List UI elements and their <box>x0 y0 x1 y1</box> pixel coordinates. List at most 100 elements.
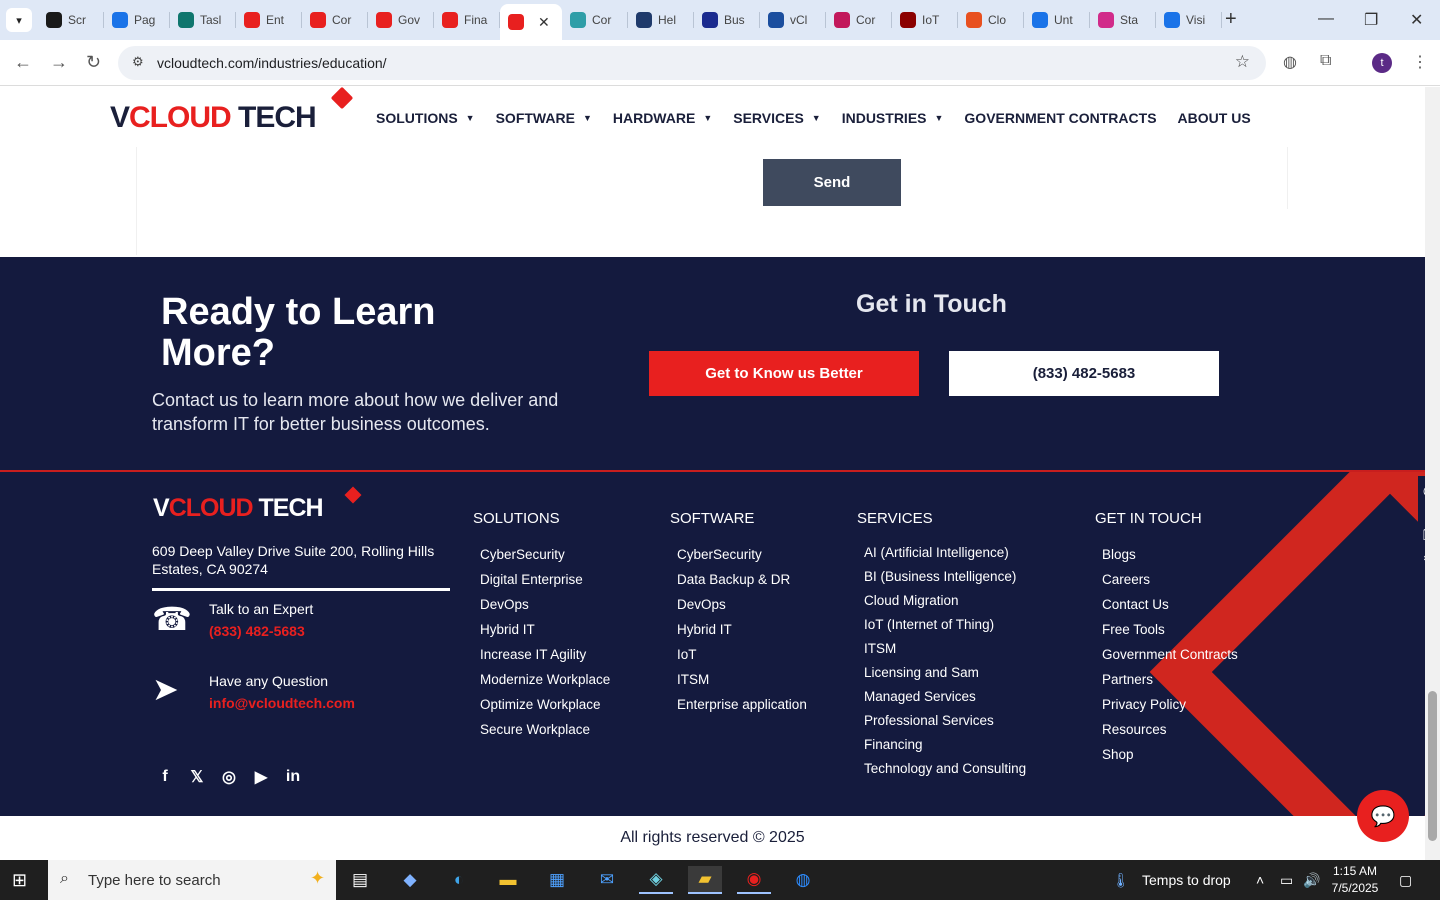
footer-link[interactable]: Managed Services <box>864 685 1026 709</box>
restore-icon[interactable]: ❐ <box>1364 10 1378 30</box>
browser-tab[interactable]: IoT <box>892 0 958 40</box>
footer-link[interactable]: Privacy Policy <box>1102 692 1238 717</box>
menu-kebab-icon[interactable]: ⋮ <box>1412 52 1428 72</box>
browser-tab[interactable]: Unt <box>1024 0 1090 40</box>
footer-link[interactable]: IoT (Internet of Thing) <box>864 613 1026 637</box>
footer-link[interactable]: Enterprise application <box>677 692 807 717</box>
instagram-icon[interactable]: ◎ <box>220 768 238 786</box>
mail-icon[interactable]: ✉ <box>590 866 624 894</box>
menu-item[interactable]: SOLUTIONS ▼ <box>376 110 475 126</box>
back-icon[interactable]: ← <box>14 52 32 73</box>
menu-item[interactable]: HARDWARE ▼ <box>613 110 712 126</box>
footer-link[interactable]: Resources <box>1102 717 1238 742</box>
task-view-icon[interactable]: ▤ <box>343 866 377 894</box>
browser-tab[interactable]: Sta <box>1090 0 1156 40</box>
scrollbar-thumb[interactable] <box>1428 691 1437 841</box>
footer-link[interactable]: DevOps <box>480 592 610 617</box>
browser-tab[interactable]: Cor <box>826 0 892 40</box>
address-bar[interactable]: ⚙ vcloudtech.com/industries/education/ ☆ <box>118 46 1266 80</box>
linkedin-icon[interactable]: in <box>284 768 302 786</box>
volume-icon[interactable]: 🔊 <box>1303 872 1320 889</box>
footer-link[interactable]: BI (Business Intelligence) <box>864 565 1026 589</box>
windows-start-icon[interactable]: ⊞ <box>12 870 27 891</box>
send-button[interactable]: Send <box>763 159 901 206</box>
footer-link[interactable]: Optimize Workplace <box>480 692 610 717</box>
edge-icon[interactable]: ◐ <box>442 866 476 894</box>
browser-tab[interactable]: Pag <box>104 0 170 40</box>
clock[interactable]: 1:15 AM 7/5/2025 <box>1330 863 1380 897</box>
browser-tab[interactable]: Bus <box>694 0 760 40</box>
browser-tab[interactable]: Visi <box>1156 0 1222 40</box>
menu-item[interactable]: ABOUT US <box>1178 110 1251 126</box>
url-text[interactable]: vcloudtech.com/industries/education/ <box>157 55 387 71</box>
footer-link[interactable]: Shop <box>1102 742 1238 767</box>
browser-tab[interactable]: Cor <box>562 0 628 40</box>
menu-item[interactable]: SERVICES ▼ <box>733 110 820 126</box>
bookmark-star-icon[interactable]: ☆ <box>1235 52 1250 72</box>
tab-close-icon[interactable]: ✕ <box>538 14 550 31</box>
footer-link[interactable]: Partners <box>1102 667 1238 692</box>
network-icon[interactable]: ▭ <box>1280 872 1293 889</box>
site-info-icon[interactable]: ⚙ <box>132 54 144 70</box>
menu-item[interactable]: INDUSTRIES ▼ <box>842 110 944 126</box>
footer-link[interactable]: Professional Services <box>864 709 1026 733</box>
translate-icon[interactable]: ◍ <box>1283 52 1297 72</box>
browser-tab[interactable]: Hel <box>628 0 694 40</box>
footer-logo[interactable]: VCLOUD TECH <box>153 494 324 523</box>
weather-text[interactable]: Temps to drop <box>1142 872 1231 888</box>
email-link[interactable]: info@vcloudtech.com <box>209 692 355 714</box>
footer-link[interactable]: Financing <box>864 733 1026 757</box>
footer-link[interactable]: Hybrid IT <box>677 617 807 642</box>
close-window-icon[interactable]: ✕ <box>1410 10 1423 30</box>
footer-link[interactable]: AI (Artificial Intelligence) <box>864 541 1026 565</box>
footer-link[interactable]: IoT <box>677 642 807 667</box>
tray-chevron-icon[interactable]: ˄ <box>1256 872 1264 888</box>
footer-link[interactable]: Careers <box>1102 567 1238 592</box>
menu-item[interactable]: GOVERNMENT CONTRACTS <box>964 110 1156 126</box>
browser-tab[interactable]: vCl <box>760 0 826 40</box>
browser-tab[interactable]: Scr <box>38 0 104 40</box>
footer-link[interactable]: Licensing and Sam <box>864 661 1026 685</box>
get-to-know-us-button[interactable]: Get to Know us Better <box>649 351 919 396</box>
browser-tab[interactable]: Gov <box>368 0 434 40</box>
profile-avatar[interactable]: t <box>1372 53 1392 73</box>
store-icon[interactable]: ▦ <box>540 866 574 894</box>
footer-link[interactable]: Free Tools <box>1102 617 1238 642</box>
footer-link[interactable]: Blogs <box>1102 542 1238 567</box>
facebook-icon[interactable]: f <box>156 768 174 786</box>
chrome-icon[interactable]: ◉ <box>737 866 771 894</box>
tab-search-button[interactable]: ▾ <box>6 8 32 32</box>
footer-link[interactable]: Hybrid IT <box>480 617 610 642</box>
zoom-icon[interactable]: ◍ <box>786 866 820 894</box>
extensions-icon[interactable]: ⧉ <box>1320 52 1331 70</box>
site-logo[interactable]: VCLOUD TECH <box>110 101 317 135</box>
reload-icon[interactable]: ↻ <box>86 52 101 73</box>
browser-tab[interactable]: Tasl <box>170 0 236 40</box>
browser-tab[interactable]: ✕ <box>500 4 562 40</box>
browser-tab[interactable]: Fina <box>434 0 500 40</box>
footer-link[interactable]: Increase IT Agility <box>480 642 610 667</box>
footer-link[interactable]: Contact Us <box>1102 592 1238 617</box>
notifications-icon[interactable]: ▢ <box>1399 872 1412 889</box>
menu-item[interactable]: SOFTWARE ▼ <box>496 110 592 126</box>
talk-phone-link[interactable]: (833) 482-5683 <box>209 620 313 642</box>
new-tab-button[interactable]: + <box>1225 8 1237 31</box>
footer-link[interactable]: ITSM <box>677 667 807 692</box>
footer-link[interactable]: ITSM <box>864 637 1026 661</box>
footer-link[interactable]: DevOps <box>677 592 807 617</box>
footer-link[interactable]: Technology and Consulting <box>864 757 1026 781</box>
browser-tab[interactable]: Ent <box>236 0 302 40</box>
footer-link[interactable]: Government Contracts <box>1102 642 1238 667</box>
youtube-icon[interactable]: ▶ <box>252 768 270 786</box>
phone-button[interactable]: (833) 482-5683 <box>949 351 1219 396</box>
footer-link[interactable]: CyberSecurity <box>480 542 610 567</box>
taskbar-search[interactable]: ⌕ Type here to search ✦ <box>48 860 336 900</box>
footer-link[interactable]: CyberSecurity <box>677 542 807 567</box>
forward-icon[interactable]: → <box>50 52 68 73</box>
page-scrollbar[interactable] <box>1425 87 1440 860</box>
copilot-icon[interactable]: ◆ <box>393 866 427 894</box>
footer-link[interactable]: Secure Workplace <box>480 717 610 742</box>
file-explorer-icon[interactable]: ▬ <box>491 866 525 894</box>
footer-link[interactable]: Digital Enterprise <box>480 567 610 592</box>
footer-link[interactable]: Cloud Migration <box>864 589 1026 613</box>
